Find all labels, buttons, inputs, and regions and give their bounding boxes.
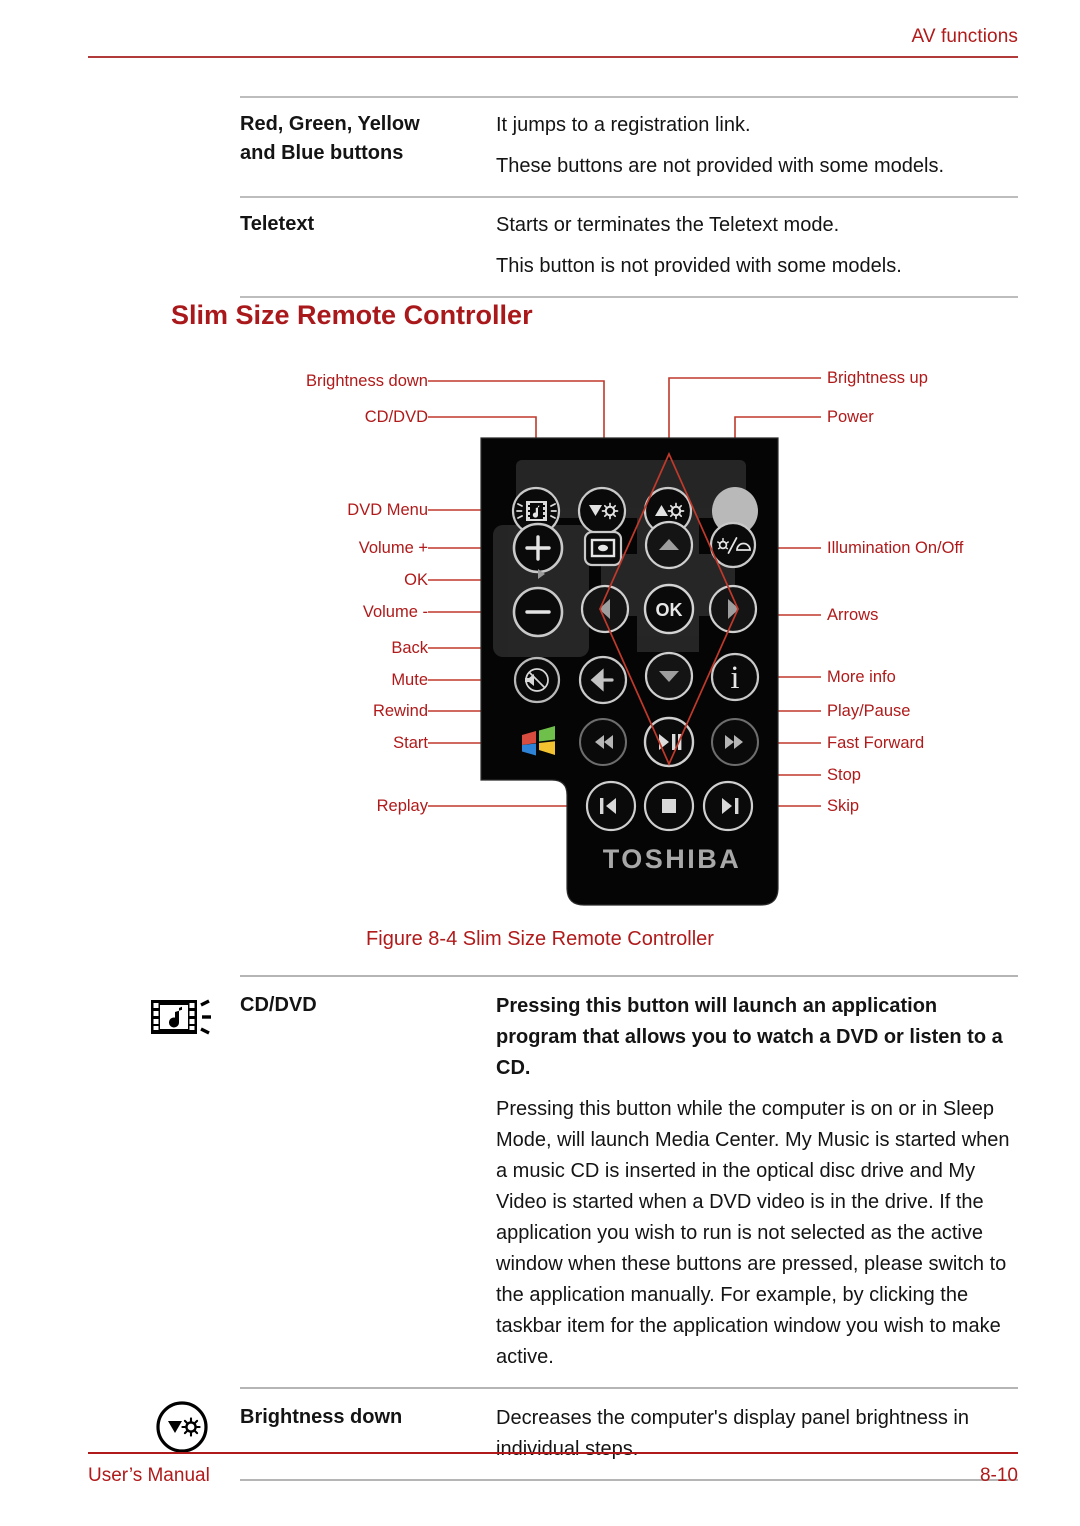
description-paragraph: Starts or terminates the Teletext mode. [496,214,840,236]
button-description-table-bottom: CD/DVD Pressing this button will launch … [151,975,1018,1481]
remote-button-illumination [709,521,757,569]
footer-rule [88,1452,1018,1454]
term-line: Red, Green, Yellow [240,113,420,135]
remote-button-stop [643,780,695,832]
svg-text:OK: OK [656,600,683,620]
header-rule [88,56,1018,58]
header-title: AV functions [911,26,1018,47]
section-heading: Slim Size Remote Controller [171,300,533,330]
remote-button-rewind [579,718,627,766]
table-cell-term: CD/DVD [240,991,496,1020]
remote-button-volume-down [512,586,564,638]
term-label: CD/DVD [240,994,317,1016]
term-line: Teletext [240,213,315,235]
callout-label-volume-down: Volume - [362,603,428,621]
callout-label-stop: Stop [827,766,861,784]
table-cell-description: Starts or terminates the Teletext mode. … [496,210,1018,282]
figure-slim-size-remote: OK i TOSHIBA Brightness down CD/DVD DVD … [0,350,1080,960]
figure-caption: Figure 8-4 Slim Size Remote Controller [366,928,714,950]
remote-brand-label: TOSHIBA [603,844,742,874]
callout-label-replay: Replay [376,797,428,815]
table-row: CD/DVD Pressing this button will launch … [151,977,1018,1387]
description-paragraph: These buttons are not provided with some… [496,155,945,177]
cd-dvd-filmstrip-icon [142,993,222,1053]
remote-button-arrow-down [644,651,694,701]
remote-button-dvd-menu [583,530,623,567]
remote-button-fast-forward [711,718,759,766]
description-paragraph: This button is not provided with some mo… [496,255,902,277]
callout-label-arrows: Arrows [827,606,879,624]
remote-button-mute [513,656,561,704]
callout-label-more-info: More info [827,668,896,686]
page-header: AV functions [88,26,1018,58]
remote-button-arrow-up [644,520,694,570]
table-cell-description: Pressing this button will launch an appl… [496,991,1018,1373]
document-page: AV functions Red, Green, Yellow and Blue… [0,0,1080,1526]
table-row: Teletext Starts or terminates the Telete… [240,198,1018,296]
callout-label-power: Power [827,408,874,426]
callout-label-play-pause: Play/Pause [827,702,911,720]
callout-label-fast-forward: Fast Forward [827,734,925,752]
remote-button-skip [702,780,754,832]
callout-label-dvd-menu: DVD Menu [347,501,428,519]
callout-label-cd-dvd: CD/DVD [364,408,428,426]
remote-button-arrow-left [580,584,630,634]
remote-button-back [578,655,628,705]
term-label: Brightness down [240,1406,403,1428]
remote-button-volume-up [512,522,564,574]
page-footer: User’s Manual 8-10 [88,1452,1018,1487]
callout-label-back: Back [391,639,428,657]
table-cell-term: Teletext [240,210,496,239]
table-cell-term: Red, Green, Yellow and Blue buttons [240,110,496,168]
callout-label-volume-up: Volume + [358,539,428,557]
remote-button-brightness-down [577,486,627,536]
remote-button-arrow-right [708,584,758,634]
callout-label-skip: Skip [827,797,860,815]
description-paragraph-bold: Pressing this button will launch an appl… [496,995,1003,1079]
table-cell-term: Brightness down [240,1403,496,1432]
table-cell-description: It jumps to a registration link. These b… [496,110,1018,182]
callout-label-mute: Mute [391,671,428,689]
description-paragraph: Pressing this button while the computer … [496,1098,1010,1368]
callout-label-start: Start [393,734,428,752]
remote-controller-illustration: OK i TOSHIBA [428,377,821,906]
footer-page-number: 8-10 [979,1465,1018,1486]
table-row: Red, Green, Yellow and Blue buttons It j… [240,98,1018,196]
footer-manual-label: User’s Manual [88,1465,210,1486]
svg-text:i: i [730,660,739,696]
callout-label-brightness-down: Brightness down [306,372,428,390]
button-description-table-top: Red, Green, Yellow and Blue buttons It j… [240,96,1018,298]
term-line: and Blue buttons [240,142,404,164]
callout-label-ok: OK [404,571,428,589]
remote-button-ok: OK [643,583,695,635]
callout-label-rewind: Rewind [372,702,428,720]
remote-button-more-info: i [710,652,760,702]
table-rule [240,296,1018,298]
brightness-down-icon [142,1399,222,1459]
remote-button-replay [585,780,637,832]
callout-label-illumination: Illumination On/Off [827,539,964,557]
callout-label-brightness-up: Brightness up [827,369,928,387]
description-paragraph: It jumps to a registration link. [496,114,751,136]
